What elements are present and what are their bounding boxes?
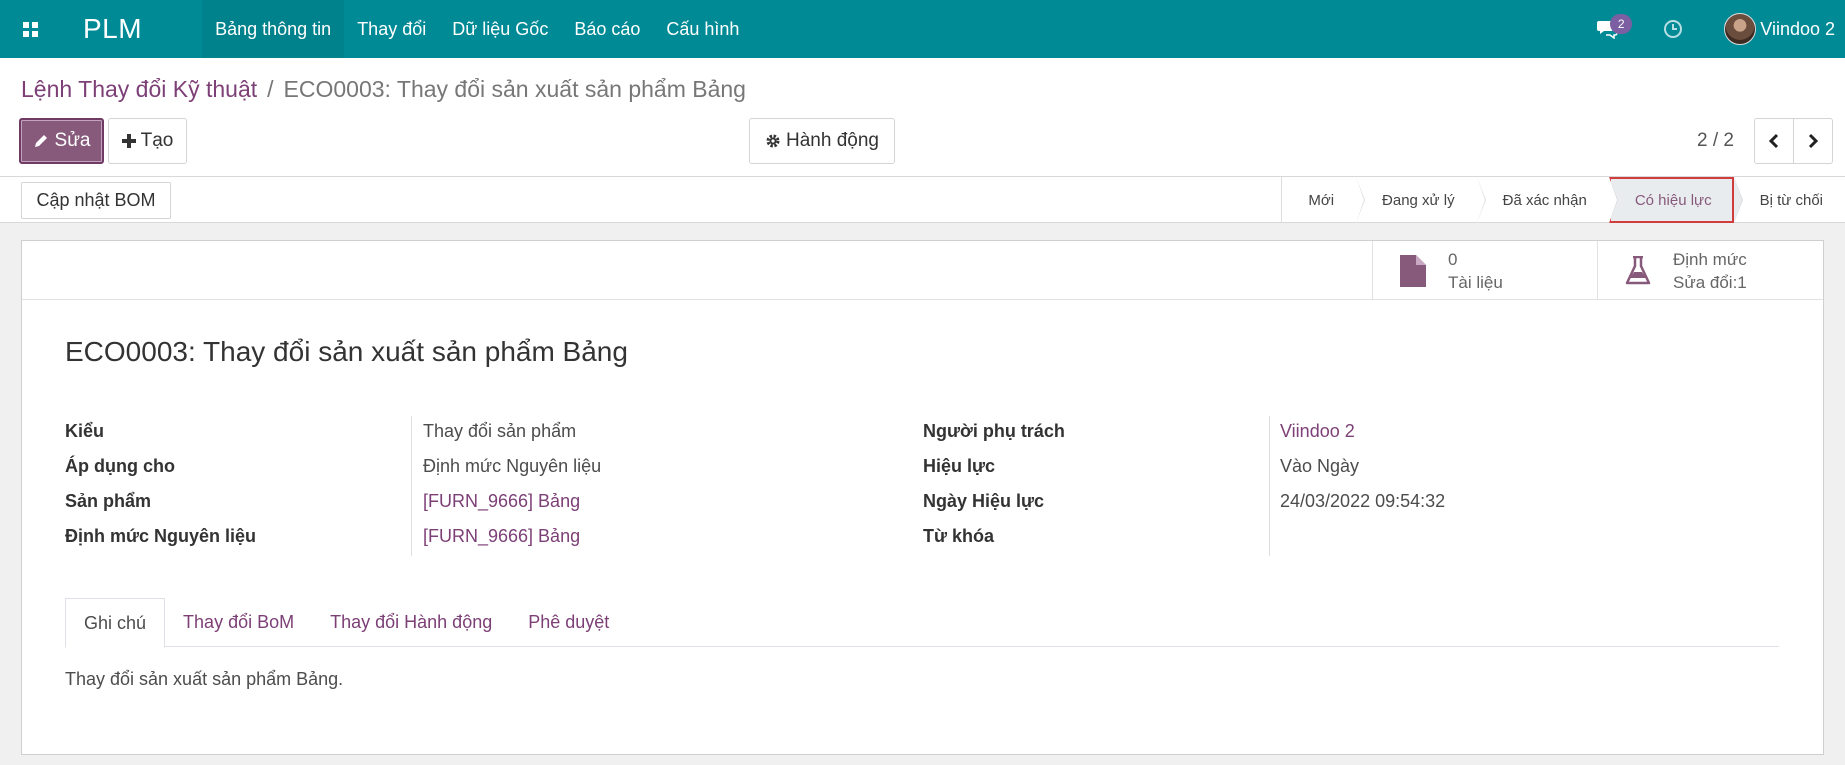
breadcrumb-parent-link[interactable]: Lệnh Thay đổi Kỹ thuật <box>21 76 257 103</box>
pager-previous-button[interactable] <box>1754 118 1794 164</box>
main-menu: Bảng thông tin Thay đổi Dữ liệu Gốc Báo … <box>202 0 752 58</box>
flask-icon <box>1623 254 1653 288</box>
breadcrumb-current: ECO0003: Thay đổi sản xuất sản phẩm Bảng <box>283 76 746 102</box>
field-label-type: Kiểu <box>65 421 105 441</box>
smart-button-box: 0 Tài liệu Định mức Sửa đổi:1 <box>22 241 1823 300</box>
note-content[interactable]: Thay đổi sản xuất sản phẩm Bảng. <box>65 669 343 690</box>
gear-icon <box>766 134 780 148</box>
chevron-right-icon <box>1808 133 1819 149</box>
breadcrumb: Lệnh Thay đổi Kỹ thuật / ECO0003: Thay đ… <box>21 76 746 103</box>
update-bom-button[interactable]: Cập nhật BOM <box>21 182 171 219</box>
field-label-apply-on: Áp dụng cho <box>65 456 175 476</box>
tab-operation-changes[interactable]: Thay đổi Hành động <box>312 598 510 647</box>
menu-item-reports[interactable]: Báo cáo <box>561 0 653 58</box>
pager-next-button[interactable] <box>1793 118 1833 164</box>
navbar-systray: 2 Viindoo 2 <box>1592 0 1845 58</box>
create-button-label: Tạo <box>140 130 174 151</box>
avatar <box>1724 13 1757 45</box>
form-statusbar: Cập nhật BOM Mới Đang xử lý Đã xác nhận … <box>0 177 1845 223</box>
menu-item-configuration[interactable]: Cấu hình <box>653 0 752 58</box>
form-sheet: 0 Tài liệu Định mức Sửa đổi:1 ECO0003: T… <box>21 240 1824 755</box>
user-name: Viindoo 2 <box>1760 18 1835 39</box>
stage-confirmed[interactable]: Đã xác nhận <box>1477 177 1619 223</box>
pencil-icon <box>34 135 47 147</box>
tab-notes[interactable]: Ghi chú <box>65 598 166 648</box>
chevron-left-icon <box>1768 133 1779 149</box>
user-menu[interactable]: Viindoo 2 <box>1724 13 1835 45</box>
stage-effective[interactable]: Có hiệu lực <box>1608 177 1743 223</box>
chat-icon[interactable]: 2 <box>1592 14 1633 44</box>
documents-label: Tài liệu <box>1448 272 1503 292</box>
action-button-label: Hành động <box>786 130 879 151</box>
menu-item-master-data[interactable]: Dữ liệu Gốc <box>439 0 561 58</box>
control-panel: Lệnh Thay đổi Kỹ thuật / ECO0003: Thay đ… <box>0 58 1845 177</box>
plus-icon <box>121 134 136 148</box>
field-label-effectivity: Hiệu lực <box>923 456 996 476</box>
stage-pipeline: Mới Đang xử lý Đã xác nhận Có hiệu lực B… <box>1281 177 1845 223</box>
edit-button[interactable]: Sửa <box>19 118 104 164</box>
app-brand[interactable]: PLM <box>83 13 142 45</box>
documents-count: 0 <box>1448 249 1458 269</box>
apps-menu-icon[interactable] <box>0 0 60 58</box>
field-label-responsible: Người phụ trách <box>923 421 1065 441</box>
tab-bom-changes[interactable]: Thay đổi BoM <box>165 598 312 647</box>
field-value-effective-date: 24/03/2022 09:54:32 <box>1280 491 1446 511</box>
bom-smart-value: Định mức <box>1673 249 1747 269</box>
field-label-tags: Từ khóa <box>923 526 995 546</box>
breadcrumb-separator: / <box>267 76 274 102</box>
stage-new[interactable]: Mới <box>1282 177 1365 223</box>
field-value-bom-link[interactable]: [FURN_9666] Bảng <box>423 526 580 547</box>
field-label-bom: Định mức Nguyên liệu <box>65 526 257 546</box>
bom-revision-smart-button[interactable]: Định mức Sửa đổi:1 <box>1597 241 1823 300</box>
top-navbar: PLM Bảng thông tin Thay đổi Dữ liệu Gốc … <box>0 0 1845 58</box>
activity-clock-icon[interactable] <box>1658 14 1688 44</box>
action-button[interactable]: Hành động <box>749 118 895 164</box>
bom-smart-label: Sửa đổi:1 <box>1673 272 1747 292</box>
record-title: ECO0003: Thay đổi sản xuất sản phẩm Bảng <box>65 336 628 367</box>
field-label-product: Sản phẩm <box>65 491 152 511</box>
edit-button-label: Sửa <box>54 130 91 151</box>
stage-rejected[interactable]: Bị từ chối <box>1734 177 1845 223</box>
documents-smart-button[interactable]: 0 Tài liệu <box>1372 241 1597 300</box>
chat-count-badge: 2 <box>1610 14 1633 34</box>
field-separator-right <box>1269 416 1270 556</box>
field-label-effective-date: Ngày Hiệu lực <box>923 491 1045 511</box>
tab-approvals[interactable]: Phê duyệt <box>510 598 627 647</box>
field-value-apply-on: Định mức Nguyên liệu <box>423 456 602 476</box>
notebook-tabs: Ghi chú Thay đổi BoM Thay đổi Hành động … <box>65 598 1779 648</box>
field-value-product-link[interactable]: [FURN_9666] Bảng <box>423 491 580 512</box>
menu-item-dashboard[interactable]: Bảng thông tin <box>202 0 345 58</box>
field-value-effectivity: Vào Ngày <box>1280 456 1360 476</box>
create-button[interactable]: Tạo <box>108 118 187 164</box>
field-value-type: Thay đổi sản phẩm <box>423 421 577 441</box>
pager-value[interactable]: 2 / 2 <box>1697 130 1734 152</box>
file-icon <box>1398 254 1428 288</box>
field-value-responsible-link[interactable]: Viindoo 2 <box>1280 421 1355 442</box>
menu-item-changes[interactable]: Thay đổi <box>344 0 439 58</box>
stage-in-progress[interactable]: Đang xử lý <box>1356 177 1486 223</box>
field-separator-left <box>411 416 412 556</box>
